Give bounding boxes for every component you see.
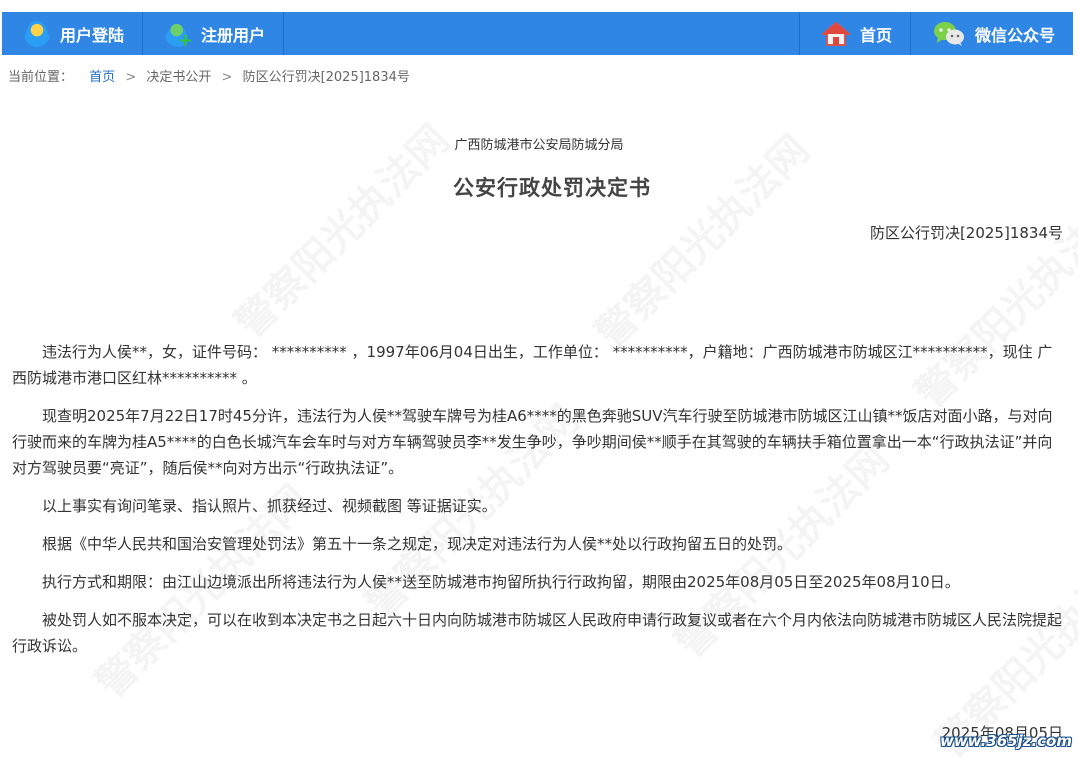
- register-nav-button[interactable]: 注册用户: [143, 12, 285, 55]
- site-watermark: www.365jz.com: [939, 732, 1072, 750]
- wechat-nav-button[interactable]: 微信公众号: [909, 12, 1073, 55]
- breadcrumb-home-link[interactable]: 首页: [89, 70, 115, 85]
- register-label: 注册用户: [201, 25, 266, 45]
- document-body: 违法行为人侯**，女，证件号码： ********** ，1997年06月04日…: [12, 339, 1062, 671]
- breadcrumb-label: 当前位置：: [8, 70, 74, 85]
- home-label: 首页: [859, 25, 892, 45]
- document-paragraph: 执行方式和期限：由江山边境派出所将违法行为人侯**送至防城港市拘留所执行行政拘留…: [42, 573, 960, 591]
- wechat-label: 微信公众号: [974, 25, 1055, 45]
- user-icon: [24, 20, 50, 47]
- watermark-text: 警察阳光执法网: [580, 119, 819, 358]
- wechat-icon: [933, 21, 965, 47]
- breadcrumb: 当前位置： 首页 > 决定书公开 > 防区公行罚决[2025]1834号: [8, 66, 410, 85]
- home-icon: [820, 21, 852, 47]
- breadcrumb-separator: >: [125, 70, 137, 85]
- login-label: 用户登陆: [60, 25, 125, 45]
- top-nav-bar: 用户登陆 注册用户 首页 微信: [2, 12, 1073, 55]
- document-paragraph: 违法行为人侯**，女，证件号码： ********** ，1997年06月04日…: [12, 343, 1053, 387]
- document-issuer: 广西防城港市公安局防城分局: [454, 138, 624, 153]
- document-title: 公安行政处罚决定书: [453, 176, 651, 200]
- login-nav-button[interactable]: 用户登陆: [2, 12, 144, 55]
- breadcrumb-section[interactable]: 决定书公开: [146, 70, 211, 85]
- document-paragraph: 根据《中华人民共和国治安管理处罚法》第五十一条之规定，现决定对违法行为人侯**处…: [42, 535, 793, 553]
- breadcrumb-current: 防区公行罚决[2025]1834号: [242, 70, 410, 85]
- document-paragraph: 被处罚人如不服本决定，可以在收到本决定书之日起六十日内向防城港市防城区人民政府申…: [12, 611, 1063, 655]
- document-number: 防区公行罚决[2025]1834号: [869, 224, 1063, 242]
- add-user-icon: [165, 20, 193, 50]
- document-paragraph: 现查明2025年7月22日17时45分许，违法行为人侯**驾驶车牌号为桂A6**…: [12, 407, 1053, 477]
- document-paragraph: 以上事实有询问笔录、指认照片、抓获经过、视频截图 等证据证实。: [42, 497, 497, 515]
- breadcrumb-separator: >: [221, 70, 233, 85]
- home-nav-button[interactable]: 首页: [798, 12, 910, 55]
